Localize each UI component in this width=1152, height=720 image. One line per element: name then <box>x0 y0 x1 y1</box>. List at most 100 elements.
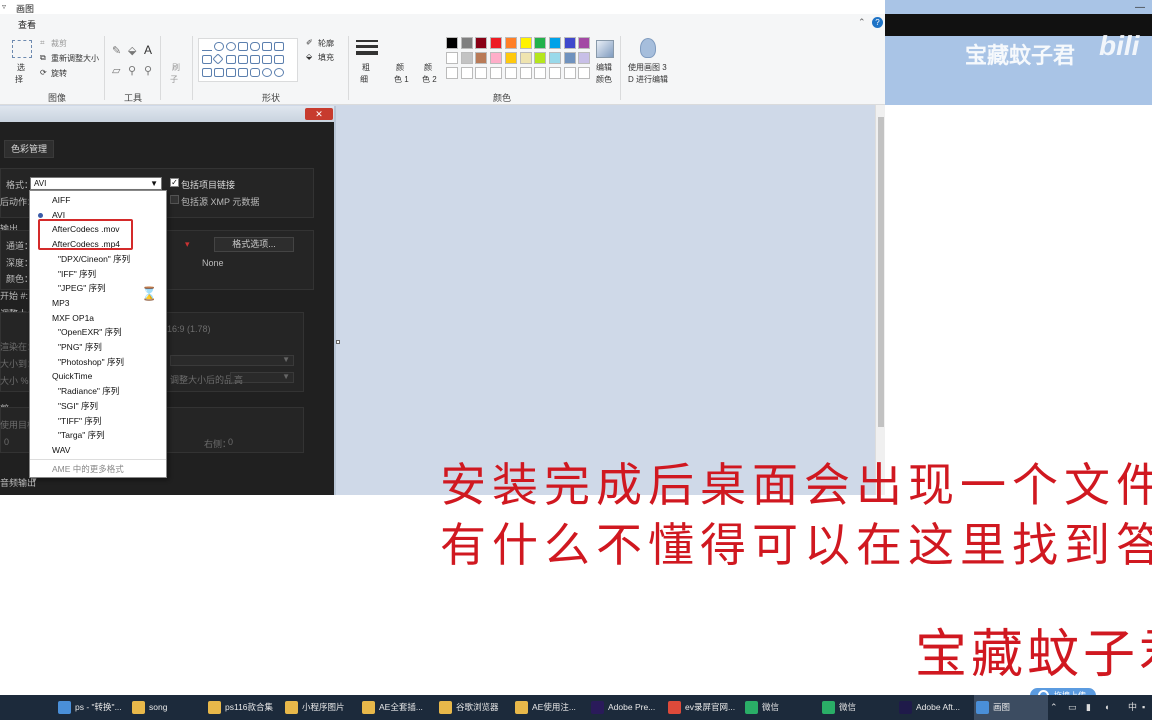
color-swatch[interactable] <box>563 52 576 64</box>
right-triangle-shape-icon[interactable] <box>202 55 212 64</box>
taskbar-item[interactable]: 谷歌浏览器 <box>437 695 511 720</box>
include-links-checkbox[interactable]: ✓ <box>170 178 179 187</box>
color-swatch[interactable] <box>504 37 517 49</box>
help-icon[interactable]: ? <box>872 17 883 28</box>
arrow-up-shape-icon[interactable] <box>274 55 284 64</box>
taskbar-item[interactable]: 微信 <box>743 695 817 720</box>
color-swatch[interactable] <box>490 37 503 49</box>
tray-battery-icon[interactable]: ▮ <box>1086 695 1091 720</box>
edit-colors-icon[interactable] <box>596 40 614 58</box>
format-option[interactable]: WAV <box>30 443 166 457</box>
color-picker-icon[interactable]: ⚲ <box>128 64 136 77</box>
color-swatch[interactable] <box>446 52 458 64</box>
quick-access-chevron-icon[interactable]: ▿ <box>2 2 6 11</box>
taskbar-item[interactable]: Adobe Aft... <box>897 695 971 720</box>
custom-color-slot[interactable] <box>460 67 473 79</box>
format-option[interactable]: "PNG" 序列 <box>30 340 166 354</box>
text-tool-icon[interactable]: A <box>144 43 152 57</box>
fill-bucket-icon[interactable]: ⬙ <box>128 44 136 57</box>
taskbar-item[interactable]: 微信 <box>820 695 894 720</box>
format-option[interactable]: QuickTime <box>30 369 166 383</box>
paint3d-icon[interactable] <box>640 38 656 58</box>
magnifier-icon[interactable]: ⚲ <box>144 64 152 77</box>
color-swatch[interactable] <box>534 37 547 49</box>
eraser-icon[interactable]: ▱ <box>112 64 120 77</box>
taskbar-item[interactable]: 小程序图片 <box>283 695 357 720</box>
vertical-scrollbar[interactable] <box>875 105 885 495</box>
color-swatch[interactable] <box>519 37 532 49</box>
callout-rect-shape-icon[interactable] <box>250 68 260 77</box>
custom-color-slot[interactable] <box>563 67 576 79</box>
tab-view[interactable]: 查看 <box>18 18 36 31</box>
oval-shape-icon[interactable] <box>226 42 236 51</box>
taskbar-item[interactable]: Adobe Pre... <box>589 695 663 720</box>
rotate-button[interactable]: 旋转 <box>51 68 67 79</box>
color-swatch[interactable] <box>534 52 547 64</box>
close-icon[interactable]: ✕ <box>305 108 333 120</box>
color2-label-2[interactable]: 色 2 <box>422 74 437 85</box>
custom-color-slot[interactable] <box>475 67 488 79</box>
format-select[interactable]: AVI ▼ <box>30 177 162 190</box>
color-swatch[interactable] <box>504 52 517 64</box>
format-option[interactable]: "OpenEXR" 序列 <box>30 325 166 339</box>
canvas-resize-handle[interactable] <box>336 340 340 344</box>
rectangle-shape-icon[interactable] <box>238 42 248 51</box>
tray-up-arrow-icon[interactable]: ⌃ <box>1050 695 1058 720</box>
custom-color-slot[interactable] <box>490 67 503 79</box>
brush-label-2[interactable]: 子 <box>170 74 178 85</box>
taskbar-item[interactable]: 画图 <box>974 695 1048 720</box>
format-option[interactable]: AIFF <box>30 193 166 207</box>
color-swatch[interactable] <box>460 37 473 49</box>
star5-shape-icon[interactable] <box>226 68 236 77</box>
color-swatch[interactable] <box>475 37 488 49</box>
resize-button[interactable]: 重新调整大小 <box>51 53 99 64</box>
format-option[interactable]: "Photoshop" 序列 <box>30 355 166 369</box>
tray-network-icon[interactable]: ▭ <box>1068 695 1077 720</box>
custom-color-slot[interactable] <box>446 67 458 79</box>
line-shape-icon[interactable] <box>202 42 212 51</box>
triangle-shape-icon[interactable] <box>274 42 284 51</box>
color-swatch[interactable] <box>519 52 532 64</box>
callout-oval-shape-icon[interactable] <box>262 68 272 77</box>
color-swatch[interactable] <box>490 52 503 64</box>
color-swatch[interactable] <box>548 52 561 64</box>
taskbar-item[interactable]: ps116款合集 <box>206 695 280 720</box>
format-option[interactable]: "Radiance" 序列 <box>30 384 166 398</box>
format-options-button[interactable]: 格式选项... <box>214 237 294 252</box>
tab-color-management[interactable]: 色彩管理 <box>4 140 54 158</box>
custom-color-slot[interactable] <box>578 67 591 79</box>
curve-shape-icon[interactable] <box>214 42 224 51</box>
pencil-icon[interactable]: ✎ <box>112 44 121 57</box>
taskbar-item[interactable]: AE使用注... <box>513 695 587 720</box>
diamond-shape-icon[interactable] <box>212 53 224 65</box>
tray-notification-icon[interactable]: ▪ <box>1142 695 1145 720</box>
color-swatch[interactable] <box>578 37 591 49</box>
color-swatch[interactable] <box>475 52 488 64</box>
outline-button[interactable]: 轮廓 <box>318 38 334 49</box>
custom-color-slot[interactable] <box>548 67 561 79</box>
custom-color-slot[interactable] <box>519 67 532 79</box>
preset-select[interactable]: ▼ <box>170 355 294 366</box>
minimize-icon[interactable]: — <box>1135 2 1145 13</box>
tray-ime[interactable]: 中 <box>1128 695 1137 720</box>
arrow-down-shape-icon[interactable] <box>202 68 212 77</box>
polygon-shape-icon[interactable] <box>262 42 272 51</box>
scrollbar-thumb[interactable] <box>878 117 884 427</box>
custom-color-slot[interactable] <box>534 67 547 79</box>
format-option[interactable]: "TIFF" 序列 <box>30 414 166 428</box>
taskbar-item[interactable]: AE全套插... <box>360 695 434 720</box>
color1-label-2[interactable]: 色 1 <box>394 74 409 85</box>
include-xmp-checkbox[interactable] <box>170 195 179 204</box>
fill-button[interactable]: 填充 <box>318 52 334 63</box>
color-swatch[interactable] <box>460 52 473 64</box>
color-swatch[interactable] <box>563 37 576 49</box>
arrow-left-shape-icon[interactable] <box>262 55 272 64</box>
format-option[interactable]: "IFF" 序列 <box>30 267 166 281</box>
star4-shape-icon[interactable] <box>214 68 224 77</box>
quality-select[interactable]: 高 ▼ <box>230 372 294 385</box>
taskbar-item[interactable]: ps - "转换"... <box>56 695 130 720</box>
ribbon-collapse-icon[interactable]: ⌃ <box>858 17 866 28</box>
custom-color-slot[interactable] <box>504 67 517 79</box>
color-swatch[interactable] <box>548 37 561 49</box>
rounded-rect-shape-icon[interactable] <box>250 42 260 51</box>
